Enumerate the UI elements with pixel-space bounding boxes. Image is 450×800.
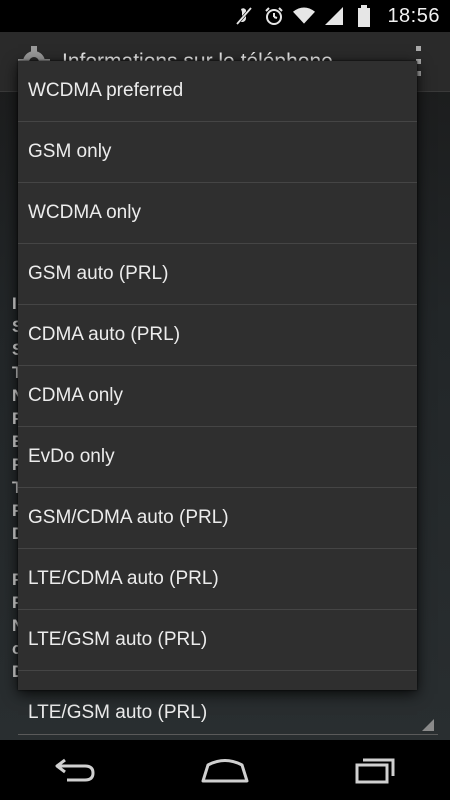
network-mode-option[interactable]: GSM auto (PRL) — [18, 244, 417, 305]
recents-icon[interactable] — [340, 750, 410, 790]
wifi-icon — [293, 5, 316, 27]
back-icon[interactable] — [40, 750, 110, 790]
battery-icon — [353, 5, 375, 27]
signal-icon — [323, 5, 345, 27]
home-icon[interactable] — [190, 750, 260, 790]
alarm-icon — [263, 5, 285, 27]
status-bar: 18:56 — [0, 0, 450, 32]
network-mode-option[interactable]: GSM only — [18, 122, 417, 183]
network-mode-option[interactable]: CDMA auto (PRL) — [18, 305, 417, 366]
network-type-popup: WCDMA preferred GSM only WCDMA only GSM aut… — [18, 61, 417, 690]
network-mode-option[interactable]: LTE/CDMA auto (PRL) — [18, 549, 417, 610]
phone-screen: 18:56 Informations sur le téléphone ISST… — [0, 0, 450, 800]
network-mode-option[interactable]: CDMA only — [18, 366, 417, 427]
navigation-bar — [0, 740, 450, 800]
spinner-selected-value: LTE/GSM auto (PRL) — [28, 702, 208, 723]
network-mode-option[interactable]: LTE/GSM auto (PRL) — [18, 610, 417, 671]
network-type-spinner[interactable]: LTE/GSM auto (PRL) — [18, 694, 438, 735]
network-mode-option[interactable] — [18, 671, 417, 690]
network-mode-option[interactable]: GSM/CDMA auto (PRL) — [18, 488, 417, 549]
status-time: 18:56 — [387, 4, 440, 27]
spinner-corner-icon — [422, 719, 434, 731]
network-mode-option[interactable]: EvDo only — [18, 427, 417, 488]
mute-icon — [233, 5, 255, 27]
network-mode-option[interactable]: WCDMA only — [18, 183, 417, 244]
network-mode-option[interactable]: WCDMA preferred — [18, 61, 417, 122]
